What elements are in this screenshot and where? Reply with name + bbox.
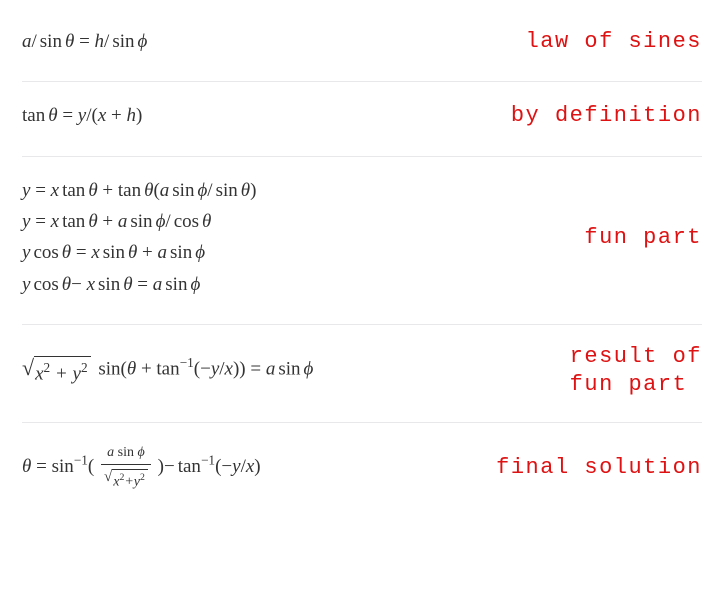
equation-block: tanθ = y/(x + h) [22,100,493,131]
equation-block: √x2 + y2 sin(θ + tan−1(−y/x)) = asinϕ [22,352,552,390]
annotation: final solution [490,454,702,482]
equation-line: √x2 + y2 sin(θ + tan−1(−y/x)) = asinϕ [22,352,552,390]
equation-line: y = xtanθ + tanθ(asinϕ/sinθ) [22,175,566,206]
annotation: result of fun part [564,343,702,398]
derivation-row: θ = sin−1( a sin ϕ √x2+y2 )−tan−1(−y/x) … [22,423,702,518]
equation-line: y = xtanθ + asinϕ/cosθ [22,206,566,237]
derivation-row: tanθ = y/(x + h) by definition [22,82,702,156]
equation-block: θ = sin−1( a sin ϕ √x2+y2 )−tan−1(−y/x) [22,441,478,494]
derivation-row: √x2 + y2 sin(θ + tan−1(−y/x)) = asinϕ re… [22,325,702,423]
annotation: law of sines [520,28,702,56]
annotation: fun part [578,224,702,252]
equation-block: y = xtanθ + tanθ(asinϕ/sinθ) y = xtanθ +… [22,175,566,300]
derivation-row: a/sinθ = h/sinϕ law of sines [22,8,702,82]
equation-line: ycosθ = xsinθ + asinϕ [22,237,566,268]
derivation-row: y = xtanθ + tanθ(asinϕ/sinθ) y = xtanθ +… [22,157,702,325]
equation-line: ycosθ− xsinθ = asinϕ [22,269,566,300]
equation-line: a/sinθ = h/sinϕ [22,26,508,57]
equation-line: θ = sin−1( a sin ϕ √x2+y2 )−tan−1(−y/x) [22,441,478,494]
derivation-page: a/sinθ = h/sinϕ law of sines tanθ = y/(x… [0,0,720,532]
equation-block: a/sinθ = h/sinϕ [22,26,508,57]
equation-line: tanθ = y/(x + h) [22,100,493,131]
annotation: by definition [505,102,702,130]
